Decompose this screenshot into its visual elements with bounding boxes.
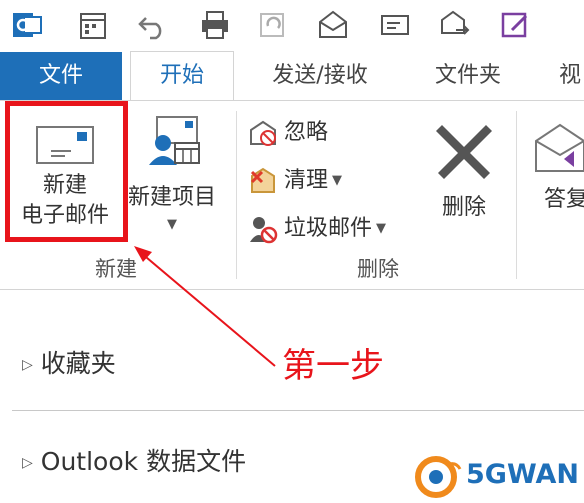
watermark-logo-icon bbox=[415, 456, 462, 498]
watermark-text: 5GWAN bbox=[466, 459, 580, 490]
annotation-arrow bbox=[134, 246, 276, 367]
annotation-step-label: 第一步 bbox=[282, 346, 384, 386]
watermark: 5GWAN bbox=[414, 455, 584, 500]
